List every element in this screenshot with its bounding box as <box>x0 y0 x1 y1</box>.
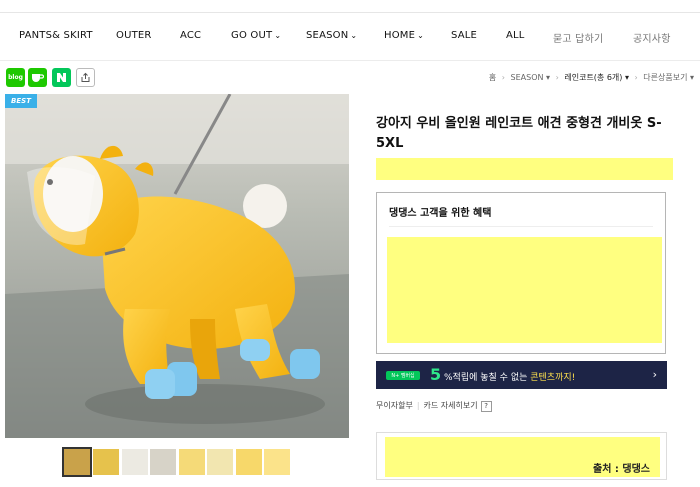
card-details-link[interactable]: 카드 자세히보기 <box>424 401 478 410</box>
chevron-down-icon: ⌄ <box>274 31 282 40</box>
thumbnail[interactable] <box>93 449 119 475</box>
share-link-icon[interactable] <box>76 68 95 87</box>
nav-item-go-out[interactable]: GO OUT ⌄ <box>231 30 281 41</box>
nav-item-outer[interactable]: OUTER <box>116 30 152 41</box>
nav-label: ALL <box>506 30 525 41</box>
source-text: 출처 : 댕댕스 <box>593 464 650 475</box>
cup-glyph <box>32 74 44 82</box>
nav-item-season[interactable]: SEASON ⌄ <box>306 30 357 41</box>
breadcrumb-other-products[interactable]: 다른상품보기 ▾ <box>643 73 694 82</box>
promo-text: %적립에 놓칠 수 없는 콘텐츠까지! <box>444 370 575 383</box>
thumbnail[interactable] <box>62 447 92 477</box>
naver-plus-membership-logo: N+ 멤버십 <box>386 371 420 380</box>
nav-label: OUTER <box>116 30 152 41</box>
breadcrumb-current[interactable]: 레인코트(총 6개) ▾ <box>564 73 629 82</box>
breadcrumb-separator: › <box>501 73 505 82</box>
source-box: 출처 : 댕댕스 <box>376 432 667 480</box>
nav-item-pants-skirt[interactable]: PANTS& SKIRT <box>19 30 93 41</box>
chevron-right-icon: › <box>652 368 657 381</box>
breadcrumb-category-label: SEASON <box>510 73 544 82</box>
benefit-content-placeholder <box>387 237 662 343</box>
thumbnail[interactable] <box>264 449 290 475</box>
chevron-down-icon: ⌄ <box>417 31 425 40</box>
thumbnail[interactable] <box>236 449 262 475</box>
naver-icon[interactable] <box>52 68 71 87</box>
nav-item-sale[interactable]: SALE <box>451 30 477 41</box>
main-nav: PANTS& SKIRT OUTER ACC GO OUT ⌄ SEASON ⌄ H… <box>0 22 700 54</box>
promo-text-highlight: 콘텐츠까지! <box>530 373 576 383</box>
nav-item-qna[interactable]: 묻고 답하기 <box>553 30 603 45</box>
breadcrumb-current-label: 레인코트(총 6개) <box>564 73 623 82</box>
nav-label: ACC <box>180 30 202 41</box>
nav-label: HOME <box>384 30 416 41</box>
breadcrumb-category[interactable]: SEASON ▾ <box>511 73 551 82</box>
thumbnail[interactable] <box>179 449 205 475</box>
thumbnail[interactable] <box>122 449 148 475</box>
nav-label: GO OUT <box>231 30 273 41</box>
naver-glyph <box>57 73 66 82</box>
top-divider <box>0 12 700 13</box>
help-icon[interactable]: ? <box>480 401 492 412</box>
promo-percent: 5 <box>430 365 442 384</box>
benefit-divider <box>389 226 653 227</box>
thumbnail[interactable] <box>207 449 233 475</box>
card-info-links: 무이자할부 | 카드 자세히보기? <box>376 400 492 412</box>
breadcrumb-home[interactable]: 홈 <box>489 73 496 82</box>
nav-item-home[interactable]: HOME ⌄ <box>384 30 424 41</box>
price-placeholder <box>376 158 673 180</box>
product-title: 강아지 우비 올인원 레인코트 애견 중형견 개비옷 S-5XL <box>376 116 662 151</box>
nav-label: SALE <box>451 30 478 41</box>
nav-item-notice[interactable]: 공지사항 <box>633 30 671 45</box>
promo-text-main: %적립에 놓칠 수 없는 <box>444 373 531 383</box>
breadcrumb-separator: › <box>634 73 638 82</box>
naver-blog-icon[interactable]: blog <box>6 68 25 87</box>
benefit-title: 댕댕스 고객을 위한 혜택 <box>389 208 492 219</box>
best-badge: BEST <box>5 94 37 108</box>
nav-label: 공지사항 <box>633 34 671 45</box>
nav-label: SEASON <box>306 30 349 41</box>
nav-divider <box>0 60 700 61</box>
nav-item-all[interactable]: ALL <box>506 30 525 41</box>
thumbnail[interactable] <box>150 449 176 475</box>
blog-label: blog <box>8 74 23 81</box>
chevron-down-icon: ⌄ <box>350 31 358 40</box>
breadcrumb-separator: › <box>555 73 559 82</box>
divider: | <box>416 401 420 410</box>
nav-item-acc[interactable]: ACC <box>180 30 201 41</box>
installment-link[interactable]: 무이자할부 <box>376 401 413 410</box>
breadcrumb-other-label: 다른상품보기 <box>643 73 688 82</box>
share-glyph <box>81 72 90 82</box>
breadcrumb: 홈 › SEASON ▾ › 레인코트(총 6개) ▾ › 다른상품보기 ▾ <box>489 72 694 83</box>
dog-raincoat-photo <box>5 94 349 438</box>
nav-label: PANTS& SKIRT <box>19 30 93 41</box>
product-image[interactable] <box>5 94 349 438</box>
nav-label: 묻고 답하기 <box>553 34 604 45</box>
membership-promo-banner[interactable]: N+ 멤버십 5 %적립에 놓칠 수 없는 콘텐츠까지! › <box>376 361 667 389</box>
naver-cafe-icon[interactable] <box>28 68 47 87</box>
benefit-box: 댕댕스 고객을 위한 혜택 <box>376 192 666 354</box>
